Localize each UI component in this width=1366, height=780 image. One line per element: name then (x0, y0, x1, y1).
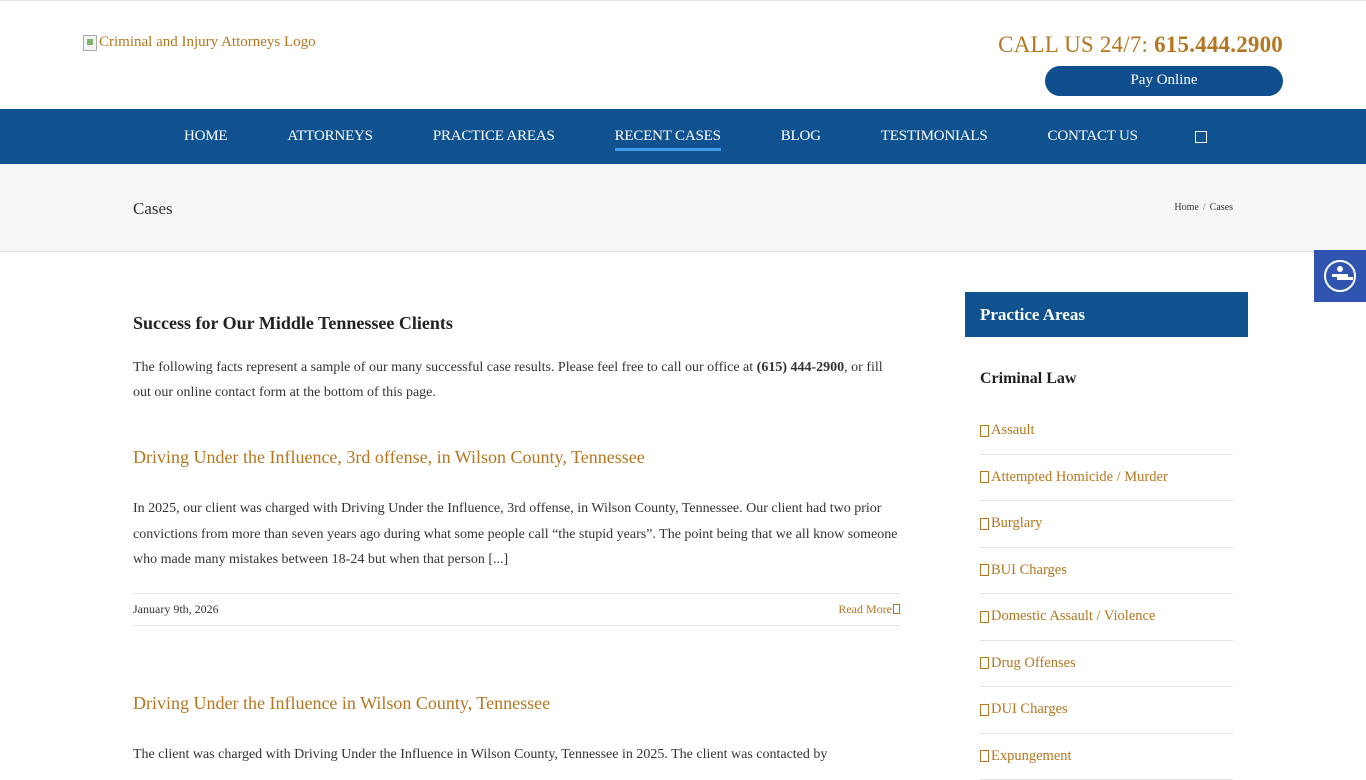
sidebar-item-label: Assault (991, 422, 1035, 439)
phone-number[interactable]: 615.444.2900 (1154, 32, 1283, 57)
sidebar-item-assault[interactable]: Assault (980, 408, 1233, 455)
practice-area-list: Assault Attempted Homicide / Murder Burg… (980, 408, 1233, 780)
read-more-label: Read More (838, 602, 892, 616)
post-excerpt: The client was charged with Driving Unde… (133, 742, 900, 768)
sidebar-item-dui-charges[interactable]: DUI Charges (980, 687, 1233, 734)
sidebar-subheading: Criminal Law (980, 370, 1076, 388)
sidebar: Practice Areas Criminal Law Assault Atte… (965, 292, 1248, 337)
sidebar-item-label: Expungement (991, 748, 1072, 765)
sidebar-item-bui-charges[interactable]: BUI Charges (980, 548, 1233, 595)
accessibility-button[interactable] (1314, 250, 1366, 302)
chevron-right-icon (980, 704, 989, 716)
main-nav: HOME ATTORNEYS PRACTICE AREAS RECENT CAS… (0, 109, 1366, 164)
nav-recent-cases[interactable]: RECENT CASES (615, 109, 721, 164)
sidebar-item-attempted-homicide[interactable]: Attempted Homicide / Murder (980, 455, 1233, 502)
nav-practice-areas[interactable]: PRACTICE AREAS (433, 109, 555, 164)
breadcrumb-home[interactable]: Home (1174, 202, 1198, 213)
post-title-link[interactable]: Driving Under the Influence in Wilson Co… (133, 693, 550, 714)
call-us-line: CALL US 24/7: 615.444.2900 (998, 32, 1283, 58)
intro-phone: (615) 444-2900 (757, 360, 845, 375)
broken-image-icon (83, 35, 97, 51)
nav-testimonials[interactable]: TESTIMONIALS (881, 109, 988, 164)
chevron-right-icon (980, 425, 989, 437)
sidebar-item-drug-offenses[interactable]: Drug Offenses (980, 641, 1233, 688)
chevron-right-icon (980, 657, 989, 669)
nav-search-button[interactable] (1198, 109, 1207, 164)
chevron-right-icon (980, 611, 989, 623)
post-meta: January 9th, 2026 Read More (133, 593, 900, 626)
post-date: January 9th, 2026 (133, 602, 219, 617)
sidebar-item-label: Drug Offenses (991, 655, 1076, 672)
site-logo[interactable]: Criminal and Injury Attorneys Logo (83, 34, 316, 51)
page-title: Cases (133, 199, 173, 219)
nav-home[interactable]: HOME (184, 109, 227, 164)
breadcrumb-current: Cases (1210, 202, 1233, 213)
chevron-right-icon (893, 604, 900, 614)
section-heading: Success for Our Middle Tennessee Clients (133, 313, 453, 334)
accessibility-icon (1324, 260, 1356, 292)
sidebar-item-label: Burglary (991, 515, 1042, 532)
nav-attorneys[interactable]: ATTORNEYS (287, 109, 372, 164)
sidebar-item-domestic-assault[interactable]: Domestic Assault / Violence (980, 594, 1233, 641)
breadcrumb-separator: / (1203, 202, 1206, 213)
chevron-right-icon (980, 750, 989, 762)
intro-paragraph: The following facts represent a sample o… (133, 355, 900, 405)
sidebar-item-label: DUI Charges (991, 701, 1068, 718)
breadcrumb: Home / Cases (1174, 202, 1233, 213)
chevron-right-icon (980, 471, 989, 483)
nav-blog[interactable]: BLOG (781, 109, 821, 164)
sidebar-item-expungement[interactable]: Expungement (980, 734, 1233, 780)
nav-contact-us[interactable]: CONTACT US (1048, 109, 1138, 164)
chevron-right-icon (980, 518, 989, 530)
chevron-right-icon (980, 564, 989, 576)
page-title-bar: Cases Home / Cases (0, 164, 1366, 252)
intro-text-start: The following facts represent a sample o… (133, 360, 757, 375)
sidebar-item-burglary[interactable]: Burglary (980, 501, 1233, 548)
sidebar-item-label: BUI Charges (991, 562, 1067, 579)
post-excerpt: In 2025, our client was charged with Dri… (133, 496, 900, 573)
call-label: CALL US 24/7: (998, 32, 1148, 57)
site-header: Criminal and Injury Attorneys Logo CALL … (0, 0, 1366, 109)
sidebar-item-label: Domestic Assault / Violence (991, 608, 1155, 625)
read-more-link[interactable]: Read More (838, 602, 900, 617)
logo-alt-text: Criminal and Injury Attorneys Logo (99, 34, 316, 51)
search-icon (1195, 131, 1207, 143)
post-title-link[interactable]: Driving Under the Influence, 3rd offense… (133, 447, 645, 468)
pay-online-button[interactable]: Pay Online (1045, 66, 1283, 96)
sidebar-heading: Practice Areas (965, 292, 1248, 337)
sidebar-item-label: Attempted Homicide / Murder (991, 469, 1168, 486)
